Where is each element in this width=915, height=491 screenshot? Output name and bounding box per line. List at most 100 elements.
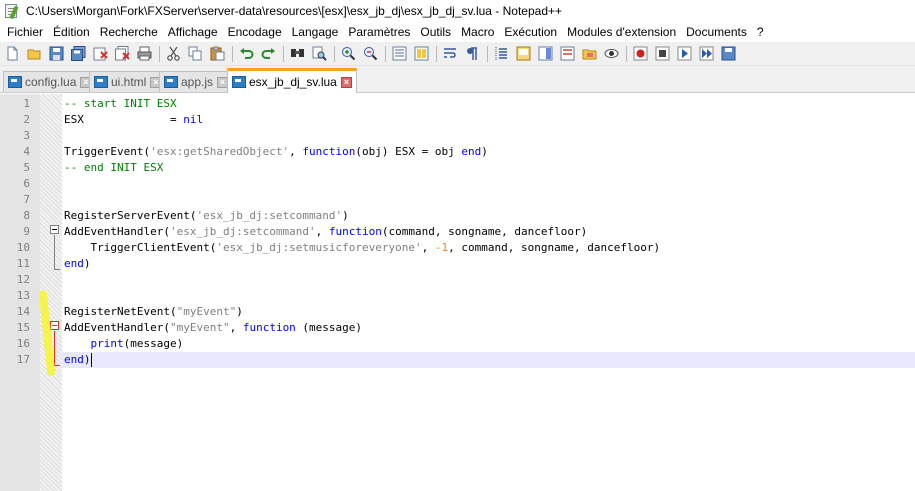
code-editor[interactable]: 1 -- start INIT ESX 2 ESX = nil 3 4 TriggerEve… [0,94,915,491]
open-file-button[interactable] [25,45,43,63]
save-all-button[interactable] [69,45,87,63]
code-line[interactable]: 2 ESX = nil [0,112,915,128]
close-button[interactable] [91,45,109,63]
play-multiple-icon [699,46,713,61]
indent-guide-icon [495,47,507,60]
menu-execution[interactable]: Exécution [499,25,562,39]
code-text: RegisterNetEvent("myEvent") [64,304,243,320]
code-text: -- start INIT ESX [64,96,177,112]
code-line[interactable]: 17 end) [17,352,915,368]
menu-parametres[interactable]: Paramètres [343,25,415,39]
code-line[interactable]: 9 AddEventHandler('esx_jb_dj:setcommand',… [0,224,915,240]
folder-workspace-button[interactable] [580,45,598,63]
tab-close-icon[interactable]: × [340,76,352,88]
code-line[interactable]: 5 -- end INIT ESX [0,160,915,176]
zoom-in-icon [341,47,355,61]
menu-macro[interactable]: Macro [456,25,499,39]
sync-h-button[interactable] [412,45,430,63]
undo-button[interactable] [237,45,255,63]
new-file-button[interactable] [3,45,21,63]
save-macro-button[interactable] [719,45,737,63]
tab-label: ui.html [111,75,147,89]
menu-help[interactable]: ? [752,25,769,39]
tab-esx-jb-dj-sv-lua[interactable]: esx_jb_dj_sv.lua × [227,68,357,93]
code-line[interactable]: 4 TriggerEvent('esx:getSharedObject', fun… [0,144,915,160]
redo-button[interactable] [259,45,277,63]
monitoring-button[interactable] [602,45,620,63]
fold-toggle-icon[interactable] [50,225,59,234]
menu-langage[interactable]: Langage [287,25,344,39]
cut-button[interactable] [164,45,182,63]
tab-ui-html[interactable]: ui.html × [89,71,167,92]
save-button[interactable] [47,45,65,63]
print-button[interactable] [135,45,153,63]
function-list-icon [560,46,574,61]
code-token: end [64,257,84,270]
code-token: , [289,145,303,158]
show-all-chars-button[interactable] [463,45,481,63]
menu-encodage[interactable]: Encodage [223,25,287,39]
tab-config-lua[interactable]: config.lua × [3,71,97,92]
save-all-icon [70,46,85,61]
record-macro-button[interactable] [631,45,649,63]
menu-affichage[interactable]: Affichage [163,25,223,39]
code-token: function [328,225,382,238]
code-line[interactable]: 6 [0,176,915,192]
code-line[interactable]: 11 end) [0,256,915,272]
menu-modules-extension[interactable]: Modules d'extension [562,25,681,39]
indent-guide-button[interactable] [492,45,510,63]
menu-recherche[interactable]: Recherche [95,25,163,39]
code-token: (message) [123,337,184,350]
code-line[interactable]: 10 TriggerClientEvent('esx_jb_dj:setmusi… [0,240,915,256]
function-list-button[interactable] [558,45,576,63]
zoom-in-button[interactable] [339,45,357,63]
word-wrap-button[interactable] [441,45,459,63]
line-number: 15 [16,321,30,334]
fold-toggle-icon[interactable] [50,321,59,330]
line-number: 12 [16,273,30,286]
doc-map-button[interactable] [536,45,554,63]
find-icon [290,49,304,57]
zoom-out-button[interactable] [361,45,379,63]
code-token: TriggerEvent( [64,145,151,158]
code-line[interactable]: 8 RegisterServerEvent('esx_jb_dj:setcomma… [0,208,915,224]
close-all-icon [114,46,130,61]
find-button[interactable] [288,45,306,63]
code-token: end [461,145,482,158]
play-multiple-button[interactable] [697,45,715,63]
save-icon [49,46,63,61]
title-bar: C:\Users\Morgan\Fork\FXServer\server-dat… [0,0,915,22]
code-text: -- end INIT ESX [64,160,163,176]
saved-file-icon [164,76,178,88]
paste-button[interactable] [208,45,226,63]
tab-label: esx_jb_dj_sv.lua [249,75,337,89]
code-line[interactable]: 14 RegisterNetEvent("myEvent") [0,304,915,320]
stop-macro-button[interactable] [653,45,671,63]
copy-button[interactable] [186,45,204,63]
code-line[interactable]: 7 [0,192,915,208]
replace-button[interactable] [310,45,328,63]
udl-button[interactable] [514,45,532,63]
menu-fichier[interactable]: Fichier [2,25,48,39]
close-all-button[interactable] [113,45,131,63]
play-macro-button[interactable] [675,45,693,63]
code-line[interactable]: 15 AddEventHandler("myEvent", function (m… [0,320,915,336]
menu-outils[interactable]: Outils [415,25,456,39]
paste-icon [210,46,224,61]
line-number: 2 [23,113,30,126]
code-line[interactable]: 3 [0,128,915,144]
close-icon [93,47,108,61]
code-line[interactable]: 16 print(message) [0,336,915,352]
code-line[interactable]: 1 -- start INIT ESX [0,96,915,112]
print-icon [137,46,151,61]
tab-app-js[interactable]: app.js × [159,71,234,92]
menu-edition[interactable]: Édition [48,25,95,39]
sync-v-button[interactable] [390,45,408,63]
line-number: 11 [16,257,30,270]
line-number: 7 [23,193,30,206]
code-line[interactable]: 12 [0,272,915,288]
code-line[interactable]: 13 [0,288,915,304]
text-caret [91,353,92,367]
menu-documents[interactable]: Documents [681,25,752,39]
